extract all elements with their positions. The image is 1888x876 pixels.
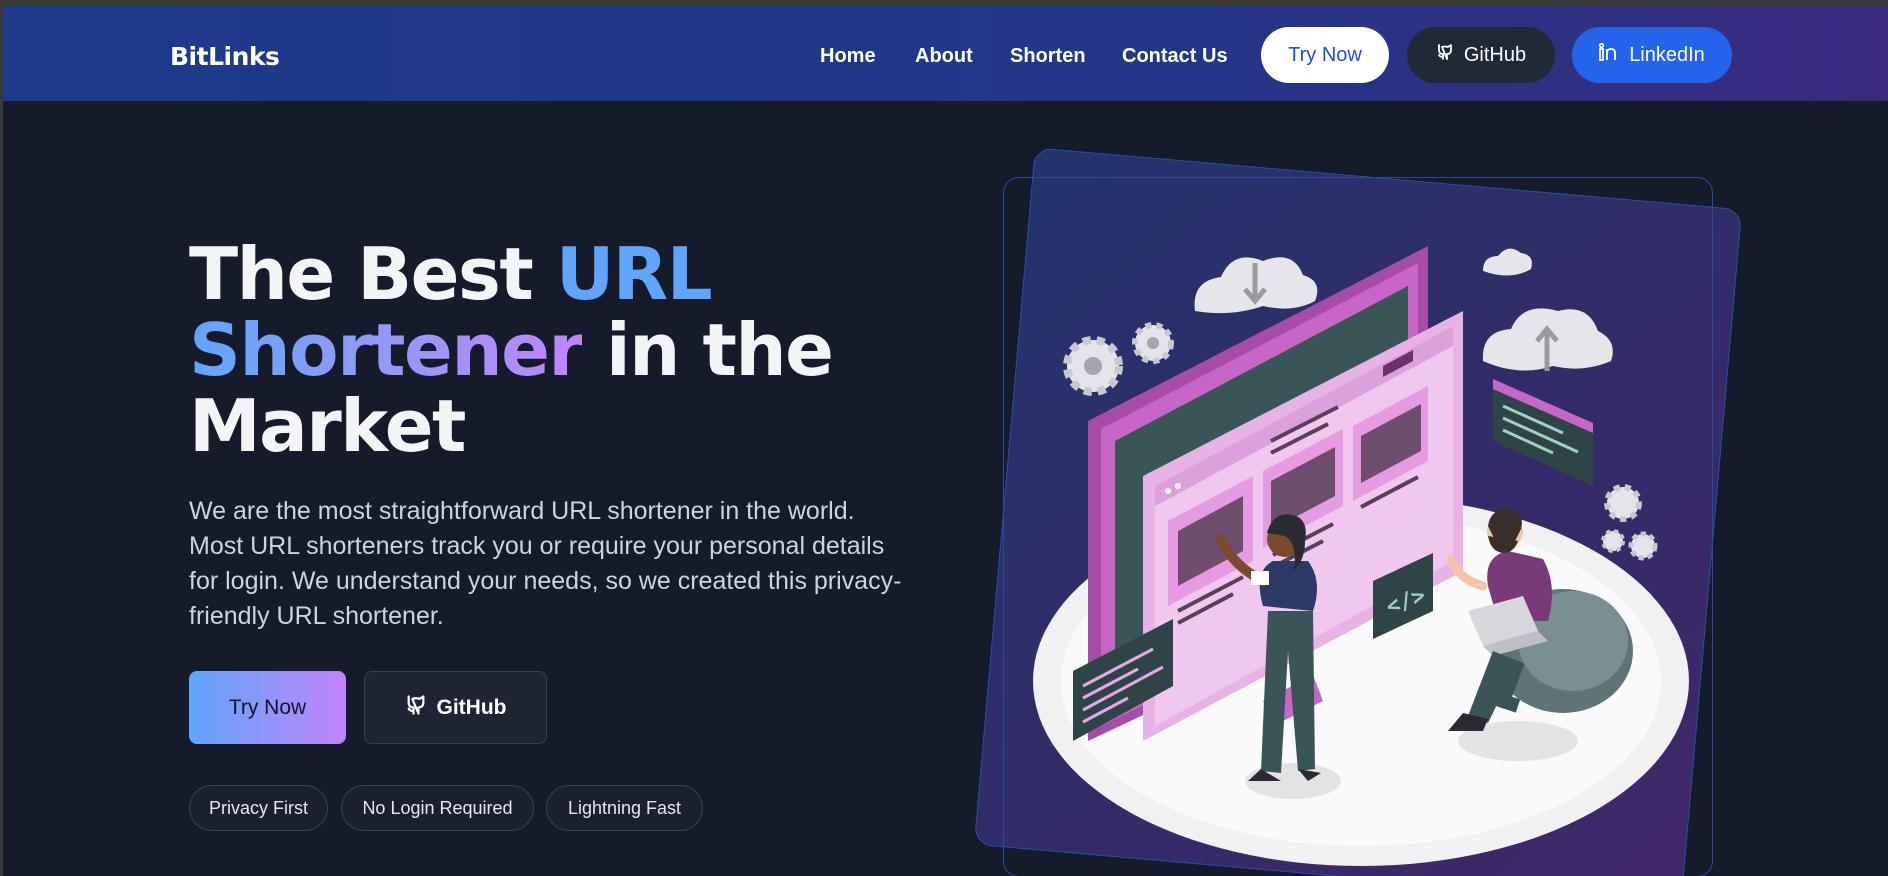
cloud-upload-icon [1482,308,1613,371]
browser-viewport: BitLinks Home About Shorten Contact Us T… [3,6,1888,876]
cloud-small-icon [1483,248,1532,276]
nav-linkedin-button[interactable]: LinkedIn [1572,27,1732,83]
gear-icon [1132,322,1174,364]
hero-title-part1: The Best [189,232,556,316]
hero-github-label: GitHub [436,695,507,719]
code-panel-illustration [1493,379,1593,486]
nav-github-label: GitHub [1463,43,1527,66]
cloud-download-icon [1194,257,1318,314]
github-icon [1436,42,1454,68]
feature-pill-fast: Lightning Fast [546,785,703,831]
github-icon [405,692,427,724]
hero-try-now-button[interactable]: Try Now [189,671,346,744]
hero-title-part4: in the [582,308,834,392]
linkedin-icon [1599,42,1619,67]
illustration-artwork: </> [1033,246,1689,866]
nav-try-now-label: Try Now [1288,43,1362,66]
nav-linkedin-label: LinkedIn [1629,43,1705,66]
nav-try-now-button[interactable]: Try Now [1261,27,1389,83]
feature-pill-no-login: No Login Required [341,785,534,831]
hero-description: We are the most straightforward URL shor… [189,497,902,630]
hero-illustration: </> [963,141,1753,876]
hero-title: The Best URL Shortener in the Market [189,236,909,464]
hero-title-highlight-shortener: Shortener [189,308,584,392]
nav-github-button[interactable]: GitHub [1407,27,1555,83]
navbar: BitLinks Home About Shorten Contact Us T… [3,6,1888,101]
nav-link-contact[interactable]: Contact Us [1122,45,1228,68]
hero-github-button[interactable]: GitHub [364,671,547,744]
nav-link-home[interactable]: Home [820,45,876,68]
gear-icon [1601,484,1658,561]
feature-pill-privacy: Privacy First [189,785,328,831]
hero-try-now-label: Try Now [228,695,307,719]
hero-title-part5: Market [189,384,466,468]
nav-link-about[interactable]: About [915,45,973,68]
hero-title-highlight-url: URL [555,232,713,316]
gear-icon [1063,336,1123,396]
nav-link-shorten[interactable]: Shorten [1010,45,1086,68]
brand-logo[interactable]: BitLinks [170,42,280,71]
